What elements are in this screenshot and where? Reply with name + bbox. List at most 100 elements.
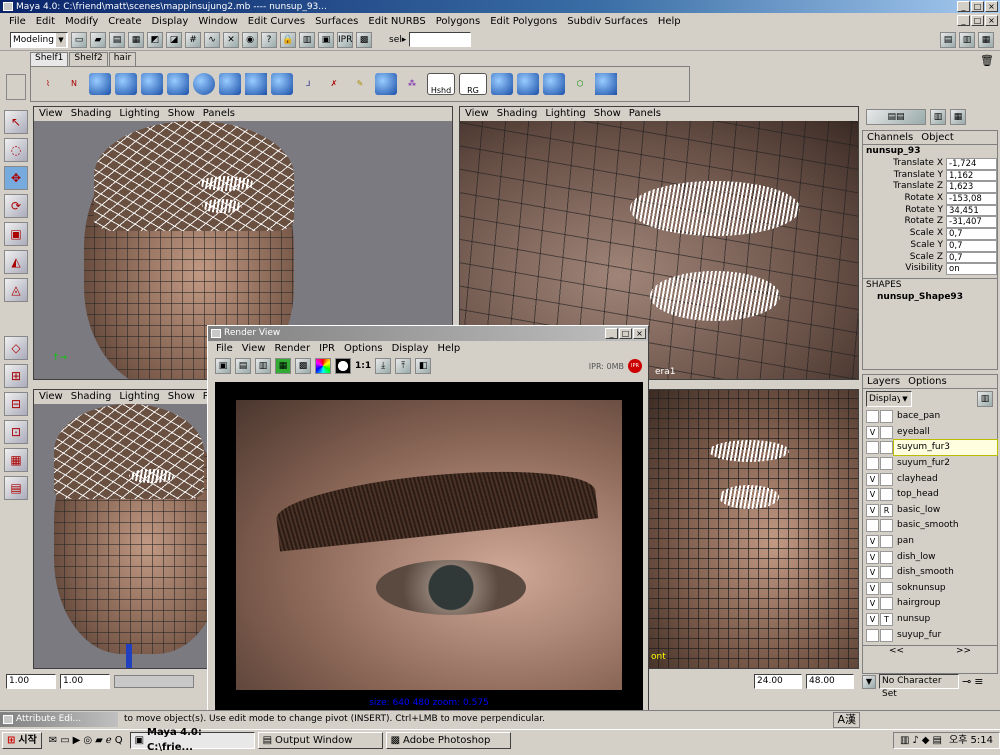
vp-menu-view[interactable]: View [39, 107, 63, 121]
minimize-button[interactable]: _ [957, 1, 970, 12]
rv-scale-label[interactable]: 1:1 [355, 361, 371, 371]
layer-name[interactable]: soknunsup [894, 581, 946, 596]
layer-visibility-toggle[interactable]: V [866, 566, 879, 580]
layer-name[interactable]: nunsup [894, 612, 930, 627]
layer-visibility-toggle[interactable]: V [866, 613, 879, 627]
menu-set-dropdown[interactable]: Modeling [10, 31, 68, 48]
layer-type-toggle[interactable] [880, 425, 893, 439]
eyebrow-fur-closeup[interactable] [630, 181, 800, 236]
rv-menu-file[interactable]: File [216, 341, 233, 356]
layer-visibility-toggle[interactable]: V [866, 503, 879, 517]
paint-icon[interactable]: ✎ [349, 73, 371, 95]
channel-value[interactable]: 1,162 [946, 169, 997, 182]
vp-menu-shading[interactable]: Shading [497, 107, 538, 121]
rv-maximize-button[interactable]: □ [619, 328, 632, 339]
rv-redo-render-icon[interactable]: ▣ [215, 358, 231, 374]
last-tool-icon[interactable]: ◬ [4, 278, 28, 302]
rv-alpha-icon[interactable] [335, 358, 351, 374]
layer-row[interactable]: Vdish_smooth [866, 565, 997, 581]
loft-icon[interactable] [141, 73, 163, 95]
channel-label[interactable]: Visibility [863, 263, 946, 275]
new-scene-icon[interactable]: ▭ [71, 31, 87, 48]
snap-view-icon[interactable]: ◉ [242, 31, 258, 48]
channel-value[interactable]: 1,623 [946, 181, 997, 194]
cone-icon[interactable] [219, 73, 241, 95]
layer-name[interactable]: pan [894, 534, 914, 549]
snap-point-icon[interactable]: ✕ [223, 31, 239, 48]
layer-row[interactable]: suyup_fur [866, 627, 997, 643]
hair-wireframe-side[interactable] [54, 404, 204, 499]
render-globals-shelf-icon[interactable]: RG [459, 73, 487, 95]
channel-label[interactable]: Scale Y [863, 240, 946, 252]
rv-menu-render[interactable]: Render [274, 341, 310, 356]
layer-type-toggle[interactable] [880, 488, 893, 502]
layer-row[interactable]: Veyeball [866, 425, 997, 441]
new-layer-icon[interactable]: ▥ [977, 391, 993, 407]
menu-modify[interactable]: Modify [60, 16, 103, 27]
layer-visibility-toggle[interactable] [866, 457, 879, 471]
layer-visibility-toggle[interactable]: V [866, 535, 879, 549]
menu-create[interactable]: Create [103, 16, 146, 27]
attribute-editor-minimized[interactable]: Attribute Edi... [0, 712, 118, 727]
channel-value[interactable]: 0,7 [946, 239, 997, 252]
channel-label[interactable]: Rotate Y [863, 205, 946, 217]
hypershade-icon[interactable]: Hshd [427, 73, 455, 95]
channel-value[interactable]: on [946, 263, 997, 275]
render-image-area[interactable]: size: 640 480 zoom: 0.575 [215, 382, 643, 710]
ep-curve-icon[interactable]: N [63, 73, 85, 95]
vp-menu-view[interactable]: View [39, 390, 63, 404]
layer-type-toggle[interactable]: R [880, 503, 893, 517]
range-slider[interactable] [114, 675, 194, 688]
tab-object[interactable]: Object [921, 131, 954, 144]
rv-ipr-badge[interactable]: IPR [628, 359, 642, 373]
layer-type-toggle[interactable] [880, 597, 893, 611]
tab-channels[interactable]: Channels [867, 131, 913, 144]
menu-surfaces[interactable]: Surfaces [310, 16, 363, 27]
doc-close-button[interactable]: × [985, 15, 998, 26]
menu-edit[interactable]: Edit [31, 16, 60, 27]
channel-value[interactable]: -31,407 [946, 216, 997, 229]
character-menu-icon[interactable]: ▼ [862, 674, 876, 689]
viewport-front[interactable]: ont [648, 389, 859, 669]
layer-row[interactable]: Vclayhead [866, 471, 997, 487]
channel-value[interactable]: 0,7 [946, 251, 997, 264]
vp-menu-lighting[interactable]: Lighting [545, 107, 585, 121]
revolve-icon[interactable] [115, 73, 137, 95]
channel-label[interactable]: Translate X [863, 158, 946, 170]
channel-value[interactable]: 0,7 [946, 228, 997, 240]
layout-graph-icon[interactable]: ▦ [4, 448, 28, 472]
layer-name[interactable]: basic_smooth [894, 518, 959, 533]
eyebrow-fur-front[interactable] [709, 440, 789, 462]
channel-value[interactable]: -153,08 [946, 193, 997, 205]
ie-icon[interactable]: ℯ [106, 735, 112, 746]
vp-menu-lighting[interactable]: Lighting [119, 390, 159, 404]
channel-label[interactable]: Translate Y [863, 170, 946, 182]
save-scene-icon[interactable]: ▤ [109, 31, 125, 48]
layout-persp-icon[interactable]: ⊟ [4, 392, 28, 416]
layer-type-toggle[interactable] [880, 535, 893, 549]
media-player-icon[interactable]: ▶ [73, 735, 81, 746]
layer-type-toggle[interactable] [880, 441, 893, 455]
joint-icon[interactable]: ᒧ [297, 73, 319, 95]
doc-restore-button[interactable]: □ [971, 15, 984, 26]
layer-row[interactable]: V Rbasic_low [866, 503, 997, 519]
viewport-side[interactable]: View Shading Lighting Show Panels [33, 389, 213, 669]
layer-visibility-toggle[interactable]: V [866, 488, 879, 502]
rv-snapshot-icon[interactable]: ▥ [255, 358, 271, 374]
tab-hair[interactable]: hair [108, 52, 137, 66]
layer-scroll-left[interactable]: << [889, 646, 904, 656]
menu-subdiv-surfaces[interactable]: Subdiv Surfaces [562, 16, 653, 27]
cylinder-icon[interactable] [271, 73, 293, 95]
title-bar[interactable]: Maya 4.0: C:\friend\matt\scenes\mappinsu… [0, 0, 1000, 13]
ipr-render-icon[interactable]: IPR [337, 31, 353, 48]
sel-input[interactable] [409, 32, 472, 47]
fluid-icon[interactable] [375, 73, 397, 95]
channel-value[interactable]: 34,451 [946, 204, 997, 217]
attribute-icon[interactable]: ▥ [930, 109, 946, 125]
vp-menu-panels[interactable]: Panels [629, 107, 661, 121]
key-icon[interactable]: ⊸ [962, 675, 971, 688]
eyebrow-fur-side[interactable] [129, 469, 174, 483]
vp-menu-shading[interactable]: Shading [71, 107, 112, 121]
layer-type-toggle[interactable] [880, 550, 893, 564]
layer-visibility-toggle[interactable] [866, 519, 879, 533]
